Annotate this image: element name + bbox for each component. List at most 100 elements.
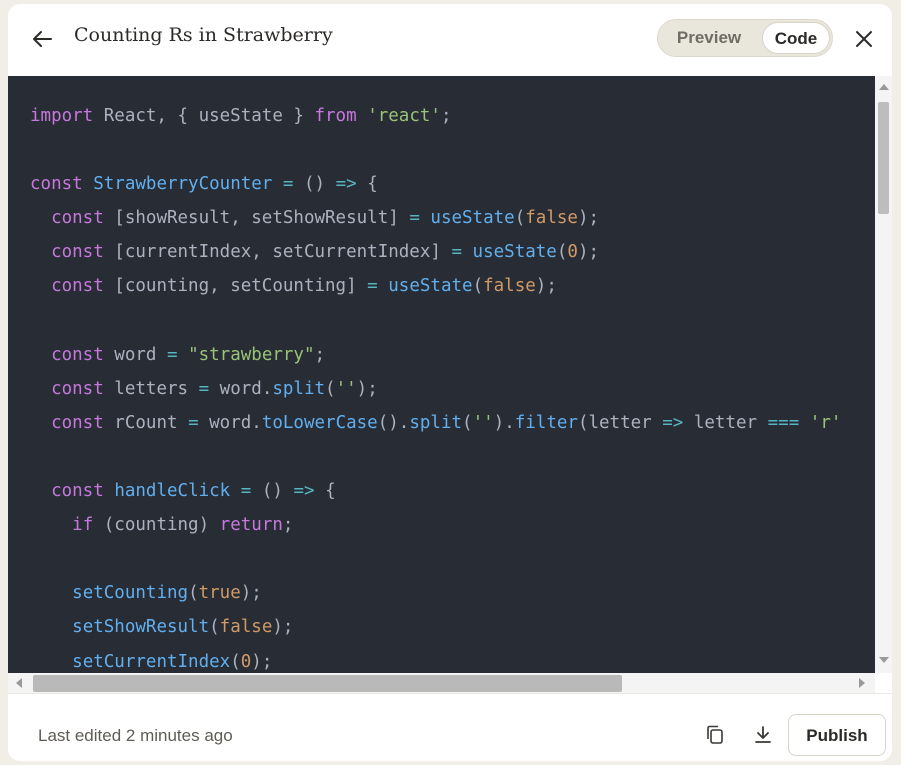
code-token: () bbox=[251, 481, 294, 502]
code-token: ( bbox=[209, 617, 220, 638]
code-token: true bbox=[198, 583, 241, 604]
scroll-up-arrow-icon[interactable] bbox=[879, 84, 889, 90]
code-token: const bbox=[51, 412, 104, 433]
code-token: rCount bbox=[103, 412, 189, 433]
code-token: setCounting bbox=[72, 583, 189, 604]
code-token: === bbox=[767, 412, 800, 433]
code-token: ( bbox=[514, 208, 526, 229]
artifact-footer: Last edited 2 minutes ago Publish bbox=[8, 693, 892, 761]
code-token: false bbox=[219, 617, 273, 638]
code-token: = bbox=[240, 481, 252, 502]
code-line: const rCount = word.toLowerCase().split(… bbox=[30, 406, 841, 440]
code-line: const [showResult, setShowResult] = useS… bbox=[30, 201, 841, 235]
code-token: [showResult, setShowResult] bbox=[103, 208, 410, 229]
code-token: { bbox=[356, 174, 378, 195]
code-token: (). bbox=[377, 412, 410, 433]
code-token: ( bbox=[230, 651, 241, 672]
horizontal-scrollbar[interactable] bbox=[8, 673, 875, 693]
code-token: setCurrentIndex bbox=[72, 651, 231, 672]
close-button[interactable] bbox=[852, 27, 876, 51]
code-token: = bbox=[367, 276, 378, 297]
code-token: ); bbox=[251, 651, 273, 672]
code-token: React, { useState } bbox=[93, 106, 315, 126]
scroll-down-arrow-icon[interactable] bbox=[879, 657, 889, 663]
code-token: (letter bbox=[577, 412, 663, 433]
code-token: ); bbox=[577, 242, 600, 263]
code-token: if bbox=[72, 515, 94, 536]
publish-button[interactable]: Publish bbox=[788, 714, 886, 756]
copy-button[interactable] bbox=[704, 724, 726, 746]
code-token: toLowerCase bbox=[261, 412, 378, 433]
code-token: ); bbox=[272, 617, 294, 638]
code-token: 0 bbox=[240, 651, 252, 672]
code-token: ( bbox=[325, 378, 336, 399]
code-token: return bbox=[219, 515, 283, 536]
last-edited-text: Last edited 2 minutes ago bbox=[38, 726, 233, 745]
close-icon bbox=[856, 31, 872, 47]
scroll-left-arrow-icon[interactable] bbox=[16, 678, 22, 688]
download-button[interactable] bbox=[752, 724, 774, 746]
horizontal-scroll-thumb[interactable] bbox=[33, 675, 622, 692]
code-token: false bbox=[525, 208, 578, 229]
code-token: const bbox=[51, 276, 104, 297]
code-token: filter bbox=[514, 412, 578, 433]
code-token: = bbox=[198, 378, 210, 399]
code-line: const StrawberryCounter = () => { bbox=[30, 167, 841, 201]
code-token: setShowResult bbox=[72, 617, 210, 638]
vertical-scroll-thumb[interactable] bbox=[878, 102, 889, 214]
code-token: ; bbox=[440, 106, 452, 126]
code-token: ); bbox=[535, 276, 557, 297]
code-token: const bbox=[30, 174, 83, 195]
code-token: => bbox=[335, 174, 357, 195]
code-token: handleClick bbox=[114, 481, 231, 502]
code-token: import bbox=[30, 106, 94, 126]
code-token: useState bbox=[430, 208, 515, 229]
code-token: () bbox=[293, 174, 336, 195]
scroll-right-arrow-icon[interactable] bbox=[859, 678, 865, 688]
code-token: const bbox=[51, 208, 104, 229]
code-line: setCounting(true); bbox=[30, 576, 841, 610]
code-editor[interactable]: import React, { useState } from 'react';… bbox=[8, 76, 875, 673]
code-line: const [currentIndex, setCurrentIndex] = … bbox=[30, 235, 841, 269]
artifact-header: Counting Rs in Strawberry Preview Code bbox=[8, 4, 892, 76]
copy-icon bbox=[707, 725, 723, 744]
code-token: = bbox=[409, 208, 420, 229]
vertical-scrollbar[interactable] bbox=[875, 76, 892, 673]
code-token: [counting, setCounting] bbox=[103, 276, 368, 297]
arrow-left-icon bbox=[33, 31, 52, 47]
code-token: ( bbox=[556, 242, 568, 263]
code-token: = bbox=[166, 344, 178, 365]
code-token: [currentIndex, setCurrentIndex] bbox=[103, 242, 452, 263]
tab-code[interactable]: Code bbox=[762, 22, 830, 54]
artifact-panel: Counting Rs in Strawberry Preview Code i… bbox=[8, 4, 892, 761]
code-token: word bbox=[103, 344, 167, 365]
code-token: split bbox=[272, 378, 326, 399]
code-token: useState bbox=[388, 276, 473, 297]
code-line: const handleClick = () => { bbox=[30, 474, 841, 508]
code-token: '' bbox=[472, 412, 494, 433]
tab-preview[interactable]: Preview bbox=[666, 20, 752, 56]
code-token: ( bbox=[472, 276, 484, 297]
back-button[interactable] bbox=[30, 26, 56, 52]
code-token: 'react' bbox=[367, 106, 441, 126]
